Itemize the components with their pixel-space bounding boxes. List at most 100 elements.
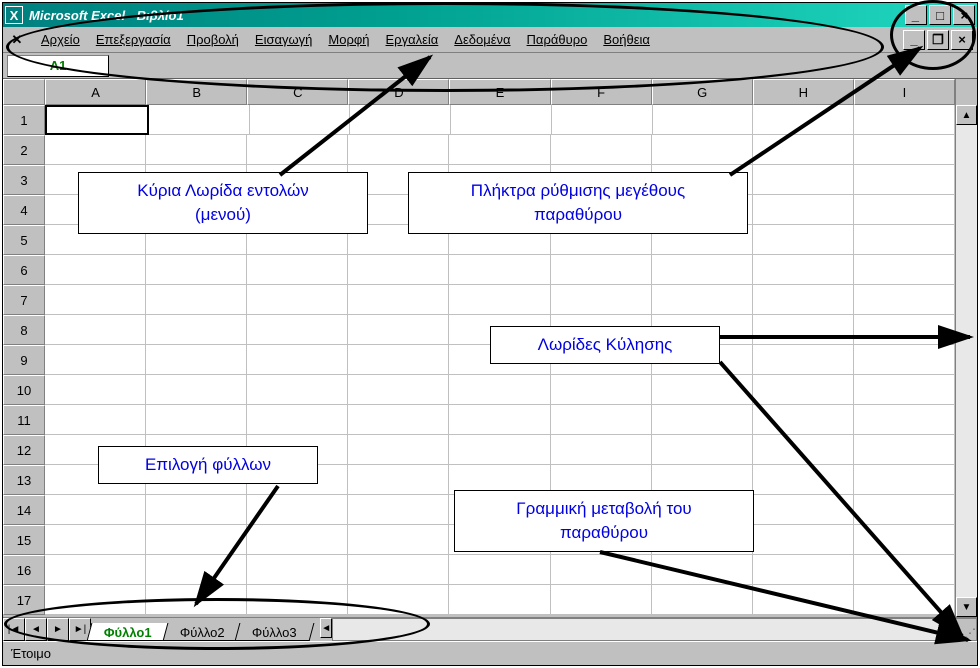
workbook-icon[interactable]: ✕	[7, 30, 27, 50]
cell[interactable]	[45, 375, 146, 405]
menu-view[interactable]: Προβολή	[179, 30, 247, 49]
cell[interactable]	[854, 255, 955, 285]
cell[interactable]	[146, 375, 247, 405]
cell[interactable]	[753, 195, 854, 225]
col-header-B[interactable]: B	[146, 79, 247, 105]
cell[interactable]	[854, 495, 955, 525]
scroll-up-button[interactable]: ▲	[956, 105, 977, 125]
cell[interactable]	[551, 585, 652, 615]
cell[interactable]	[247, 585, 348, 615]
col-header-G[interactable]: G	[652, 79, 753, 105]
row-header[interactable]: 7	[3, 285, 45, 315]
sheet-prev-button[interactable]: ◄	[25, 618, 47, 641]
cell[interactable]	[146, 345, 247, 375]
cell[interactable]	[247, 315, 348, 345]
cell[interactable]	[149, 105, 250, 135]
scroll-track-v[interactable]	[956, 125, 977, 597]
cell[interactable]	[45, 105, 149, 135]
row-header[interactable]: 9	[3, 345, 45, 375]
close-button[interactable]: ×	[953, 5, 975, 25]
row-header[interactable]: 11	[3, 405, 45, 435]
cell[interactable]	[45, 495, 146, 525]
cell[interactable]	[854, 165, 955, 195]
cell[interactable]	[247, 285, 348, 315]
cell[interactable]	[652, 285, 753, 315]
row-header[interactable]: 16	[3, 555, 45, 585]
cell[interactable]	[753, 495, 854, 525]
workbook-minimize-button[interactable]: _	[903, 30, 925, 50]
cell[interactable]	[146, 285, 247, 315]
cell[interactable]	[854, 525, 955, 555]
cell[interactable]	[449, 285, 550, 315]
row-header[interactable]: 17	[3, 585, 45, 615]
cell[interactable]	[348, 135, 449, 165]
cell[interactable]	[45, 525, 146, 555]
cell[interactable]	[753, 435, 854, 465]
cell[interactable]	[449, 435, 550, 465]
row-header[interactable]: 1	[3, 105, 45, 135]
col-header-H[interactable]: H	[753, 79, 854, 105]
cell[interactable]	[753, 105, 854, 135]
menu-edit[interactable]: Επεξεργασία	[88, 30, 179, 49]
cell[interactable]	[854, 135, 955, 165]
vertical-scrollbar[interactable]: ▲ ▼	[955, 105, 977, 617]
cell[interactable]	[449, 405, 550, 435]
cell[interactable]	[247, 135, 348, 165]
menu-help[interactable]: Βοήθεια	[595, 30, 658, 49]
cell[interactable]	[652, 585, 753, 615]
cell[interactable]	[753, 225, 854, 255]
sheet-first-button[interactable]: |◄	[3, 618, 25, 641]
maximize-button[interactable]: □	[929, 5, 951, 25]
cell[interactable]	[753, 135, 854, 165]
cell[interactable]	[854, 375, 955, 405]
cell[interactable]	[753, 465, 854, 495]
cell[interactable]	[753, 375, 854, 405]
row-header[interactable]: 13	[3, 465, 45, 495]
cell[interactable]	[146, 585, 247, 615]
cell[interactable]	[753, 255, 854, 285]
cell[interactable]	[247, 405, 348, 435]
cell[interactable]	[652, 135, 753, 165]
row-header[interactable]: 14	[3, 495, 45, 525]
cell[interactable]	[551, 135, 652, 165]
menu-file[interactable]: Αρχείο	[33, 30, 88, 49]
cell[interactable]	[146, 315, 247, 345]
cell[interactable]	[753, 525, 854, 555]
resize-grip[interactable]: ⋰	[955, 618, 977, 641]
cell[interactable]	[348, 555, 449, 585]
col-header-A[interactable]: A	[45, 79, 146, 105]
cell[interactable]	[348, 585, 449, 615]
tab-sheet3[interactable]: Φύλλο3	[235, 623, 315, 641]
cell[interactable]	[753, 405, 854, 435]
menu-insert[interactable]: Εισαγωγή	[247, 30, 320, 49]
row-header[interactable]: 5	[3, 225, 45, 255]
row-header[interactable]: 4	[3, 195, 45, 225]
cell[interactable]	[146, 135, 247, 165]
cell[interactable]	[551, 285, 652, 315]
cell[interactable]	[854, 345, 955, 375]
row-header[interactable]: 15	[3, 525, 45, 555]
cell[interactable]	[348, 375, 449, 405]
cell[interactable]	[45, 585, 146, 615]
cell[interactable]	[45, 315, 146, 345]
cell[interactable]	[449, 255, 550, 285]
cell[interactable]	[348, 525, 449, 555]
cell[interactable]	[146, 555, 247, 585]
cell[interactable]	[753, 555, 854, 585]
cell[interactable]	[45, 255, 146, 285]
minimize-button[interactable]: _	[905, 5, 927, 25]
cell[interactable]	[753, 345, 854, 375]
cell[interactable]	[652, 375, 753, 405]
cell[interactable]	[551, 255, 652, 285]
scroll-left-button[interactable]: ◄	[320, 618, 332, 638]
menu-tools[interactable]: Εργαλεία	[378, 30, 447, 49]
cell[interactable]	[552, 105, 653, 135]
workbook-restore-button[interactable]: ❐	[927, 30, 949, 50]
cell[interactable]	[247, 255, 348, 285]
cell[interactable]	[348, 345, 449, 375]
cell[interactable]	[753, 315, 854, 345]
cell[interactable]	[247, 345, 348, 375]
cell[interactable]	[551, 375, 652, 405]
cell[interactable]	[753, 585, 854, 615]
menu-format[interactable]: Μορφή	[320, 30, 377, 49]
